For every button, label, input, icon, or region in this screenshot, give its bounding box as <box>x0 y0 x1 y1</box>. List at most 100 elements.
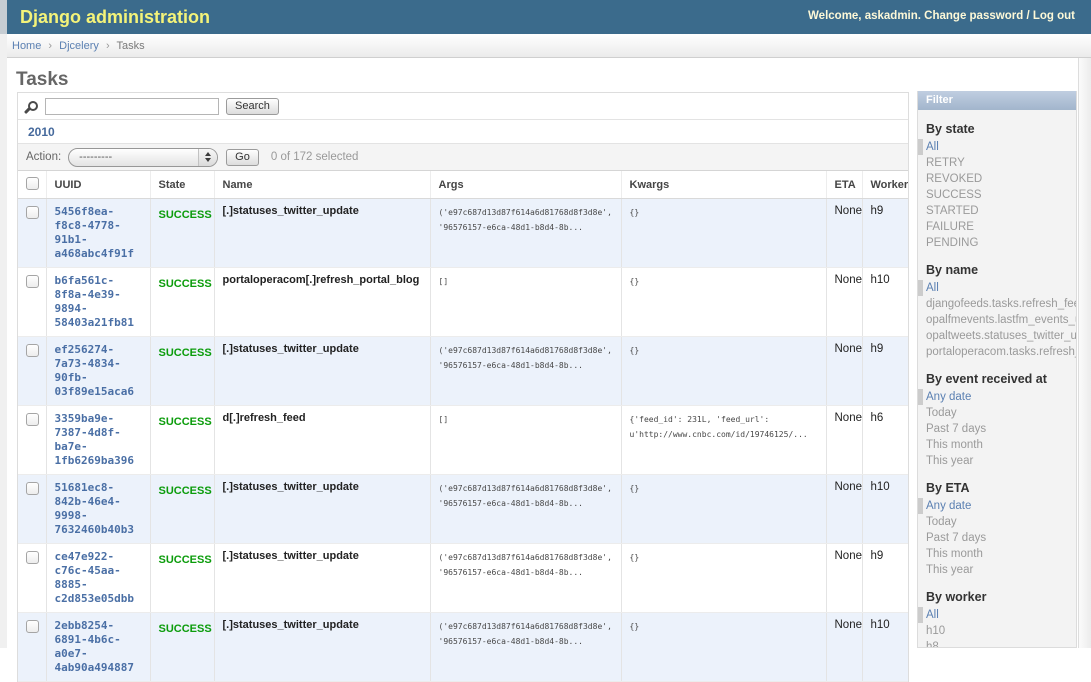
row-checkbox[interactable] <box>26 344 39 357</box>
args-value: ('e97c687d13d87f614a6d81768d8f3d8e', <box>439 550 613 565</box>
action-select[interactable]: --------- <box>68 148 218 167</box>
row-checkbox[interactable] <box>26 413 39 426</box>
user-tools-separator: / <box>1026 10 1029 22</box>
filter-link[interactable]: This month <box>926 439 983 451</box>
state-badge: SUCCESS <box>159 485 212 497</box>
column-header-uuid[interactable]: UUID <box>46 171 150 199</box>
filter-link[interactable]: h10 <box>926 625 945 637</box>
changelist-module: Search 2010 Action: --------- Go 0 of 17… <box>17 92 909 682</box>
filter-option: Any date <box>918 498 1076 514</box>
uuid-link[interactable]: 2ebb8254-6891-4b6c-a0e7-4ab90a494887 <box>55 619 142 675</box>
column-header-kwargs[interactable]: Kwargs <box>621 171 826 199</box>
row-checkbox[interactable] <box>26 620 39 633</box>
row-checkbox[interactable] <box>26 275 39 288</box>
filter-option: Any date <box>918 389 1076 405</box>
filter-link[interactable]: All <box>926 609 939 621</box>
page-title: Tasks <box>16 69 1091 91</box>
filter-option: h8 <box>918 639 1076 648</box>
vertical-scrollbar[interactable] <box>1078 58 1091 648</box>
window-edge <box>0 34 7 648</box>
search-icon <box>28 101 38 111</box>
site-brand-link[interactable]: Django administration <box>7 0 210 28</box>
filter-link[interactable]: PENDING <box>926 237 978 249</box>
table-row: b6fa561c-8f8a-4e39-9894-58403a21fb81 SUC… <box>18 268 908 337</box>
task-name: [.]statuses_twitter_update <box>214 199 430 268</box>
kwargs-value: {} <box>630 619 818 634</box>
filter-link[interactable]: All <box>926 282 939 294</box>
filter-option: This year <box>918 453 1076 469</box>
row-checkbox[interactable] <box>26 206 39 219</box>
row-checkbox[interactable] <box>26 551 39 564</box>
date-hierarchy-year-link[interactable]: 2010 <box>28 125 55 139</box>
filter-link[interactable]: This year <box>926 455 973 467</box>
logout-link[interactable]: Log out <box>1033 10 1075 22</box>
uuid-link[interactable]: 51681ec8-842b-46e4-9998-7632460b40b3 <box>55 481 142 537</box>
filter-option: Past 7 days <box>918 530 1076 546</box>
filter-link[interactable]: This month <box>926 548 983 560</box>
filter-link[interactable]: Today <box>926 407 957 419</box>
filter-link[interactable]: FAILURE <box>926 221 974 233</box>
filter-link[interactable]: RETRY <box>926 157 965 169</box>
filter-option: PENDING <box>918 235 1076 251</box>
search-button[interactable]: Search <box>226 98 279 115</box>
worker-value: h10 <box>862 613 908 682</box>
filter-option: Today <box>918 514 1076 530</box>
column-header-eta[interactable]: ETA <box>826 171 862 199</box>
column-header-args[interactable]: Args <box>430 171 621 199</box>
filter-link[interactable]: Any date <box>926 391 971 403</box>
filter-link[interactable]: This year <box>926 564 973 576</box>
state-badge: SUCCESS <box>159 554 212 566</box>
filter-option: STARTED <box>918 203 1076 219</box>
table-row: 5456f8ea-f8c8-4778-91b1-a468abc4f91f SUC… <box>18 199 908 268</box>
filter-option: This month <box>918 546 1076 562</box>
worker-value: h9 <box>862 544 908 613</box>
filter-option: REVOKED <box>918 171 1076 187</box>
filter-link[interactable]: Any date <box>926 500 971 512</box>
username: askadmin. <box>865 10 921 22</box>
filter-link[interactable]: djangofeeds.tasks.refresh_feed <box>926 298 1076 310</box>
search-input[interactable] <box>45 98 219 115</box>
user-tools: Welcome, askadmin. Change password / Log… <box>808 10 1075 22</box>
eta-value: None <box>826 268 862 337</box>
select-all-checkbox[interactable] <box>26 177 39 190</box>
go-button[interactable]: Go <box>226 149 259 166</box>
row-checkbox[interactable] <box>26 482 39 495</box>
filter-link[interactable]: opalfmevents.lastfm_events_update <box>926 314 1076 326</box>
filter-link[interactable]: opaltweets.statuses_twitter_update <box>926 330 1076 342</box>
uuid-link[interactable]: ef256274-7a73-4834-90fb-03f89e15aca6 <box>55 343 142 399</box>
kwargs-value: {} <box>630 205 818 220</box>
uuid-link[interactable]: ce47e922-c76c-45aa-8885-c2d853e05dbb <box>55 550 142 606</box>
filter-link[interactable]: Past 7 days <box>926 532 986 544</box>
eta-value: None <box>826 337 862 406</box>
column-header-worker[interactable]: Worker <box>862 171 908 199</box>
filter-section-title: By name <box>926 263 1068 277</box>
uuid-link[interactable]: b6fa561c-8f8a-4e39-9894-58403a21fb81 <box>55 274 142 330</box>
uuid-link[interactable]: 3359ba9e-7387-4d8f-ba7e-1fb6269ba396 <box>55 412 142 468</box>
column-header-name[interactable]: Name <box>214 171 430 199</box>
search-toolbar: Search <box>18 93 908 120</box>
row-select-cell <box>18 337 46 406</box>
args-value: ('e97c687d13d87f614a6d81768d8f3d8e', <box>439 481 613 496</box>
filter-link[interactable]: SUCCESS <box>926 189 982 201</box>
kwargs-value: {} <box>630 481 818 496</box>
filter-link[interactable]: All <box>926 141 939 153</box>
uuid-link[interactable]: 5456f8ea-f8c8-4778-91b1-a468abc4f91f <box>55 205 142 261</box>
breadcrumb-app[interactable]: Djcelery <box>59 40 99 52</box>
breadcrumb-home[interactable]: Home <box>12 40 41 52</box>
filter-option: djangofeeds.tasks.refresh_feed <box>918 296 1076 312</box>
change-password-link[interactable]: Change password <box>924 10 1023 22</box>
column-header-state[interactable]: State <box>150 171 214 199</box>
filter-link[interactable]: Today <box>926 516 957 528</box>
filter-option: Today <box>918 405 1076 421</box>
eta-value: None <box>826 199 862 268</box>
worker-value: h10 <box>862 475 908 544</box>
filter-link[interactable]: Past 7 days <box>926 423 986 435</box>
filter-link[interactable]: h8 <box>926 641 939 648</box>
table-row: 51681ec8-842b-46e4-9998-7632460b40b3 SUC… <box>18 475 908 544</box>
eta-value: None <box>826 613 862 682</box>
filter-link[interactable]: REVOKED <box>926 173 982 185</box>
filter-link[interactable]: portaloperacom.tasks.refresh_portal_blog <box>926 346 1076 358</box>
admin-header: Django administration Welcome, askadmin.… <box>7 0 1091 34</box>
filter-link[interactable]: STARTED <box>926 205 979 217</box>
worker-value: h10 <box>862 268 908 337</box>
